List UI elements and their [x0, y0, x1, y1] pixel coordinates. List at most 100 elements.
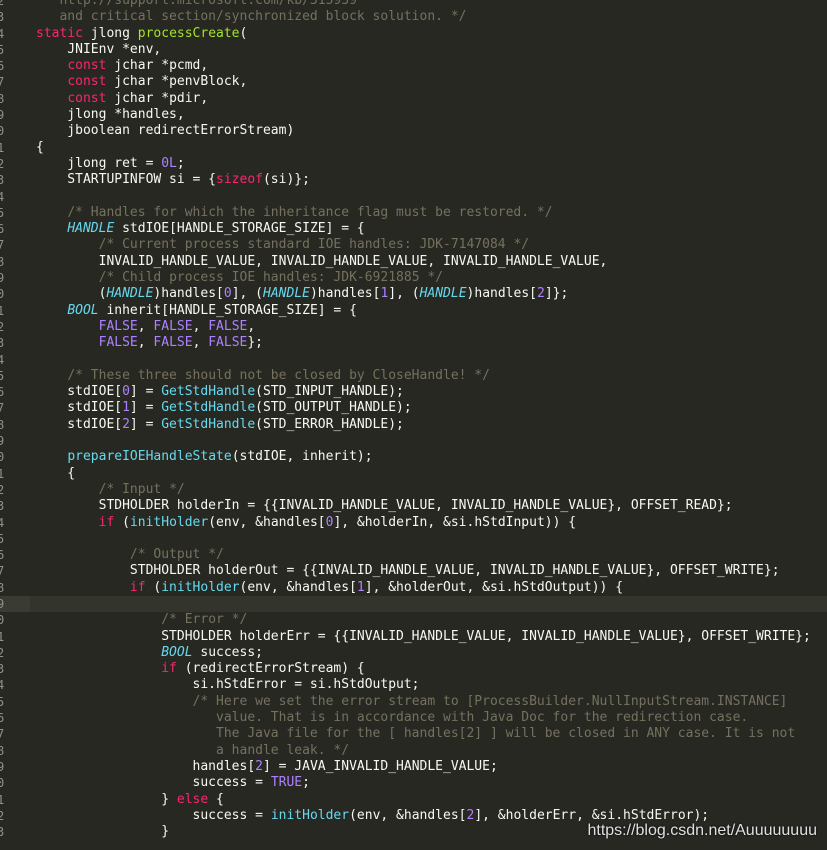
code-token: (STD_ERROR_HANDLE);	[255, 416, 404, 432]
code-line[interactable]: 4 si.hStdError = si.hStdOutput;	[0, 677, 827, 693]
code-line[interactable]: 5	[0, 531, 827, 547]
code-token: stdIOE[	[36, 400, 123, 416]
code-editor[interactable]: 2 http://support.microsoft.com/kb/315939…	[0, 0, 827, 840]
code-token: jchar *penvBlock,	[106, 74, 248, 90]
code-token: 2	[122, 416, 130, 432]
code-line[interactable]: 8 INVALID_HANDLE_VALUE, INVALID_HANDLE_V…	[0, 254, 827, 270]
code-line[interactable]: 6 value. That is in accordance with Java…	[0, 710, 827, 726]
code-token: jboolean redirectErrorStream)	[36, 123, 295, 139]
code-line[interactable]: 7 const jchar *penvBlock,	[0, 74, 827, 90]
code-line[interactable]: 1 } else {	[0, 792, 827, 808]
code-line[interactable]: 6 const jchar *pcmd,	[0, 58, 827, 74]
code-text: STARTUPINFOW si = {sizeof(si)};	[36, 172, 310, 188]
code-line[interactable]: 3 FALSE, FALSE, FALSE};	[0, 335, 827, 351]
code-line[interactable]: 1{	[0, 140, 827, 156]
code-line[interactable]: 0 (HANDLE)handles[0], (HANDLE)handles[1]…	[0, 286, 827, 302]
code-line[interactable]: 4 if (initHolder(env, &handles[0], &hold…	[0, 515, 827, 531]
line-number: 2	[0, 156, 5, 171]
code-line[interactable]: 4 static jlong processCreate(	[0, 26, 827, 42]
code-token: /* These three should not be closed by C…	[67, 367, 490, 383]
code-token: JNIEnv *env,	[36, 41, 162, 57]
code-line[interactable]: 2 http://support.microsoft.com/kb/315939	[0, 0, 827, 9]
code-token: if	[98, 514, 115, 530]
line-number: 2	[0, 0, 5, 8]
line-number: 9	[0, 596, 5, 611]
code-line[interactable]: 4	[0, 189, 827, 205]
code-line[interactable]: 5 JNIEnv *env,	[0, 42, 827, 58]
code-line[interactable]: 2 BOOL success;	[0, 645, 827, 661]
code-text: http://support.microsoft.com/kb/315939	[36, 0, 356, 9]
code-line[interactable]: 0 jboolean redirectErrorStream)	[0, 123, 827, 139]
code-text: } else {	[36, 792, 224, 808]
code-token: FALSE	[208, 318, 248, 334]
code-token: value. That is in accordance with Java D…	[36, 710, 749, 726]
code-token: ,	[247, 318, 256, 334]
code-token: const	[67, 58, 107, 74]
code-line[interactable]: 9 jlong *handles,	[0, 107, 827, 123]
code-line[interactable]: 7 STDHOLDER holderOut = {{INVALID_HANDLE…	[0, 563, 827, 579]
code-line[interactable]: 2 jlong ret = 0L;	[0, 156, 827, 172]
code-line[interactable]: 7 stdIOE[1] = GetStdHandle(STD_OUTPUT_HA…	[0, 400, 827, 416]
code-line[interactable]: 9	[0, 433, 827, 449]
code-line[interactable]: 5 /* Here we set the error stream to [Pr…	[0, 694, 827, 710]
code-token: inherit[HANDLE_STORAGE_SIZE] = {	[98, 302, 357, 318]
line-number: 1	[0, 303, 5, 318]
code-line[interactable]: 1 {	[0, 466, 827, 482]
code-token: (STD_OUTPUT_HANDLE);	[255, 400, 412, 416]
code-text: STDHOLDER holderIn = {{INVALID_HANDLE_VA…	[36, 498, 733, 514]
code-line[interactable]: 8 stdIOE[2] = GetStdHandle(STD_ERROR_HAN…	[0, 417, 827, 433]
code-token: stdIOE[	[36, 416, 123, 432]
code-text: a handle leak. */	[36, 743, 349, 759]
code-line[interactable]: 6 stdIOE[0] = GetStdHandle(STD_INPUT_HAN…	[0, 384, 827, 400]
code-line[interactable]: 3 STARTUPINFOW si = {sizeof(si)};	[0, 172, 827, 188]
code-line[interactable]: 5 /* These three should not be closed by…	[0, 368, 827, 384]
code-token: if	[161, 661, 177, 677]
code-line[interactable]: 4	[0, 352, 827, 368]
code-line[interactable]: 6 /* Output */	[0, 547, 827, 563]
code-line[interactable]: 0 prepareIOEHandleState(stdIOE, inherit)…	[0, 449, 827, 465]
code-line[interactable]: 2 FALSE, FALSE, FALSE,	[0, 319, 827, 335]
code-line[interactable]: 3 STDHOLDER holderIn = {{INVALID_HANDLE_…	[0, 498, 827, 514]
code-token: };	[247, 335, 264, 351]
code-line[interactable]: 0 success = TRUE;	[0, 775, 827, 791]
line-number: 6	[0, 548, 5, 563]
code-line[interactable]: 5 /* Handles for which the inheritance f…	[0, 205, 827, 221]
code-line[interactable]: 2 /* Input */	[0, 482, 827, 498]
code-line[interactable]: 6 HANDLE stdIOE[HANDLE_STORAGE_SIZE] = {	[0, 221, 827, 237]
code-line[interactable]: 9 /* Child process IOE handles: JDK-6921…	[0, 270, 827, 286]
line-number: 0	[0, 776, 5, 791]
code-line[interactable]: 3 if (redirectErrorStream) {	[0, 661, 827, 677]
code-text: STDHOLDER holderErr = {{INVALID_HANDLE_V…	[36, 629, 811, 645]
code-line[interactable]: 7 /* Current process standard IOE handle…	[0, 237, 827, 253]
code-token: sizeof	[216, 172, 263, 188]
code-line[interactable]: 7 The Java file for the [ handles[2] ] w…	[0, 726, 827, 742]
code-token: (STD_INPUT_HANDLE);	[255, 384, 404, 400]
code-line[interactable]: 8 a handle leak. */	[0, 743, 827, 759]
code-token: HANDLE	[419, 286, 467, 302]
code-token: if	[129, 579, 146, 595]
line-number: 6	[0, 711, 5, 726]
code-line[interactable]: 2 success = initHolder(env, &handles[2],…	[0, 808, 827, 824]
code-line[interactable]: 9	[0, 595, 827, 613]
code-token: 0	[122, 384, 130, 400]
code-token: }	[36, 824, 170, 840]
code-line[interactable]: 9 handles[2] = JAVA_INVALID_HANDLE_VALUE…	[0, 759, 827, 775]
code-token: STDHOLDER holderOut = {{INVALID_HANDLE_V…	[36, 563, 780, 579]
code-line[interactable]: 8 if (initHolder(env, &handles[1], &hold…	[0, 580, 827, 596]
code-line[interactable]: 0 /* Error */	[0, 612, 827, 628]
code-text: stdIOE[0] = GetStdHandle(STD_INPUT_HANDL…	[36, 384, 404, 400]
line-number: 8	[0, 743, 5, 758]
code-line[interactable]: 8 const jchar *pdir,	[0, 91, 827, 107]
code-text: if (initHolder(env, &handles[0], &holder…	[36, 515, 576, 531]
line-number: 4	[0, 515, 5, 530]
code-line[interactable]: 3 and critical section/synchronized bloc…	[0, 9, 827, 25]
code-token: stdIOE[HANDLE_STORAGE_SIZE] = {	[114, 221, 365, 237]
code-line[interactable]: 1 STDHOLDER holderErr = {{INVALID_HANDLE…	[0, 629, 827, 645]
line-number: 2	[0, 319, 5, 334]
code-line[interactable]: 1 BOOL inherit[HANDLE_STORAGE_SIZE] = {	[0, 303, 827, 319]
code-token: GetStdHandle	[161, 384, 256, 400]
